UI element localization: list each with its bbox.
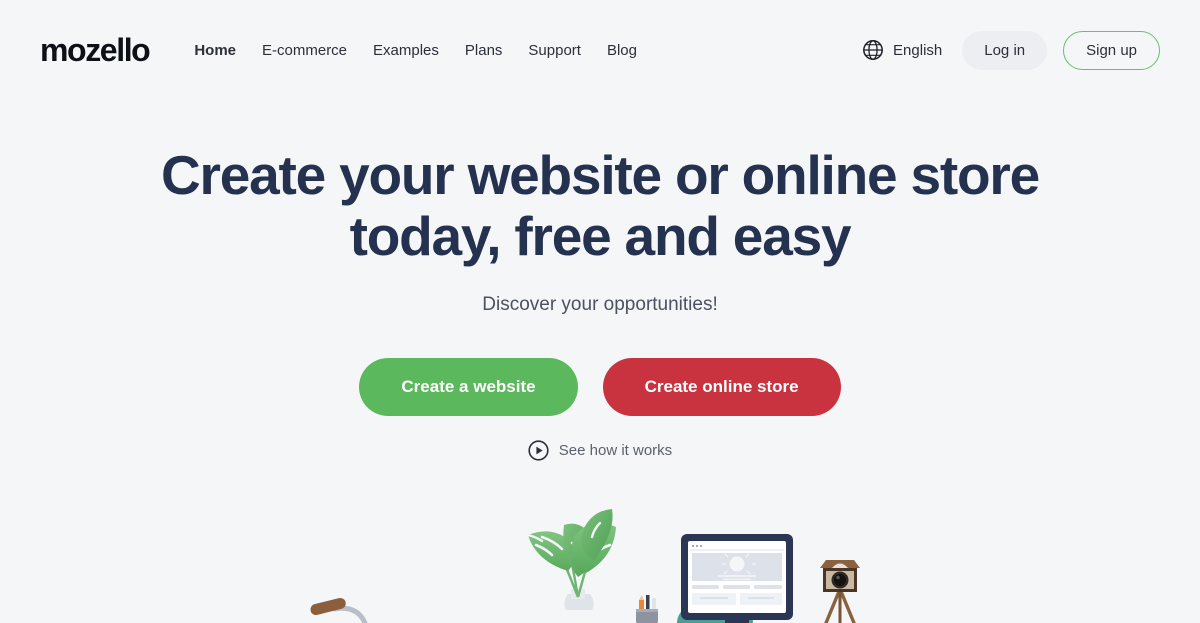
desk-lamp-arm — [310, 597, 368, 623]
globe-icon — [862, 39, 884, 61]
page-title: Create your website or online store toda… — [160, 145, 1040, 266]
nav-item-examples[interactable]: Examples — [360, 42, 452, 59]
language-selector[interactable]: English — [848, 31, 956, 69]
page-title-line-2: today, free and easy — [349, 204, 852, 267]
main-navigation: Home E-commerce Examples Plans Support B… — [181, 42, 650, 59]
see-how-it-works-label: See how it works — [558, 442, 673, 459]
see-how-it-works-link[interactable]: See how it works — [528, 440, 672, 461]
nav-item-ecommerce[interactable]: E-commerce — [249, 42, 360, 59]
nav-item-blog[interactable]: Blog — [594, 42, 650, 59]
nav-item-home[interactable]: Home — [181, 42, 249, 59]
pencil-cup — [636, 595, 658, 623]
cta-button-row: Create a website Create online store — [0, 358, 1200, 416]
create-website-button[interactable]: Create a website — [359, 358, 578, 416]
nav-item-support[interactable]: Support — [515, 42, 594, 59]
signup-button[interactable]: Sign up — [1063, 30, 1160, 70]
monstera-plant — [526, 509, 616, 610]
chair-back — [677, 598, 753, 623]
site-header: mozello Home E-commerce Examples Plans S… — [0, 0, 1200, 100]
computer-monitor — [681, 534, 793, 623]
login-button[interactable]: Log in — [962, 30, 1048, 70]
logo[interactable]: mozello — [40, 34, 151, 66]
hero-section: Create your website or online store toda… — [0, 100, 1200, 466]
create-online-store-button[interactable]: Create online store — [602, 358, 841, 416]
hero-subtitle: Discover your opportunities! — [482, 294, 718, 315]
nav-item-plans[interactable]: Plans — [452, 42, 516, 59]
play-circle-icon — [528, 440, 549, 461]
desk-workspace-illustration — [0, 505, 1200, 623]
language-label: English — [893, 41, 943, 59]
header-actions: English Log in Sign up — [848, 30, 1160, 70]
vintage-camera-tripod — [820, 560, 860, 623]
page-title-line-1: Create your website or online store — [161, 144, 1040, 206]
